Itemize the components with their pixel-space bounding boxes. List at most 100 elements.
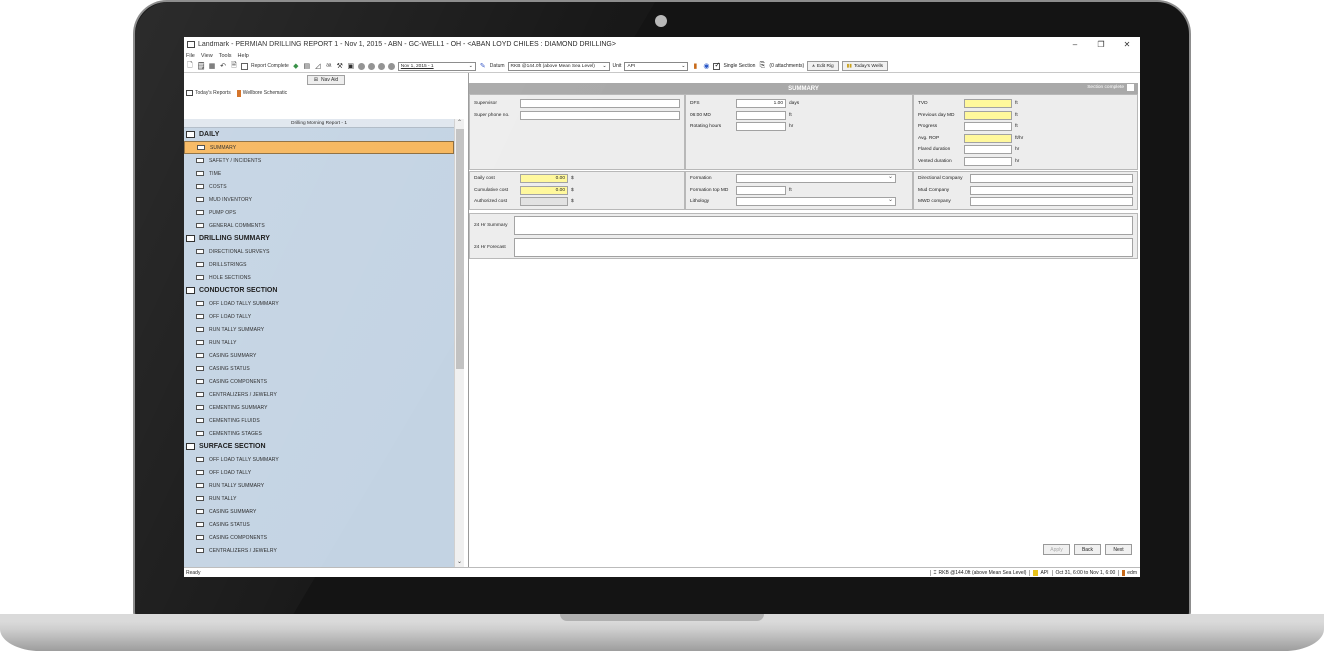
apply-button[interactable]: Apply xyxy=(1043,544,1070,555)
tree-item[interactable]: PUMP OPS xyxy=(184,206,454,219)
chart-icon[interactable]: ◿ xyxy=(314,62,322,70)
grid-icon[interactable]: ▤ xyxy=(303,62,311,70)
attachment-icon[interactable]: ⎘ xyxy=(758,62,766,70)
minimize-button[interactable]: – xyxy=(1062,40,1088,49)
tree-section[interactable]: SURFACE SECTION xyxy=(184,440,454,453)
back-button[interactable]: Back xyxy=(1074,544,1101,555)
tree-item[interactable]: HOLE SECTIONS xyxy=(184,271,454,284)
rig-icon[interactable]: ▮ xyxy=(691,62,699,70)
avg-rop-field[interactable] xyxy=(964,133,1012,143)
tree-item[interactable]: CEMENTING SUMMARY xyxy=(184,401,454,414)
calendar-icon[interactable]: ▣ xyxy=(347,62,355,70)
tree-item[interactable]: SAFETY / INCIDENTS xyxy=(184,154,454,167)
save-icon[interactable]: ▦ xyxy=(208,62,216,70)
edit-rig-button[interactable]: ⩚ Edit Rig xyxy=(807,61,839,71)
super-phone-field[interactable] xyxy=(520,110,680,120)
datum-icon[interactable]: ✎ xyxy=(479,62,487,70)
auth-cost-field[interactable] xyxy=(520,197,568,207)
dfs-field[interactable]: 1.00 xyxy=(736,99,786,109)
nav-last-icon[interactable] xyxy=(387,62,395,70)
tree-item[interactable]: CASING STATUS xyxy=(184,362,454,375)
mwd-company-field[interactable] xyxy=(970,197,1133,207)
report-date-select[interactable]: Nov 1, 2015 - 1 ⌄ xyxy=(397,61,476,71)
formation-top-field[interactable] xyxy=(736,185,786,195)
menu-help[interactable]: Help xyxy=(238,53,249,59)
tab-todays-reports[interactable]: Today's Reports xyxy=(186,90,231,96)
undo-icon[interactable]: ↶ xyxy=(219,62,227,70)
menu-tools[interactable]: Tools xyxy=(219,53,232,59)
tree-item[interactable]: CEMENTING FLUIDS xyxy=(184,414,454,427)
flared-field[interactable] xyxy=(964,145,1012,155)
dir-company-field[interactable] xyxy=(970,174,1133,184)
spell-check-icon[interactable]: ᵃᵃ xyxy=(325,62,333,70)
nav-prev-icon[interactable] xyxy=(367,62,375,70)
tree-item[interactable]: OFF LOAD TALLY xyxy=(184,466,454,479)
nav-aid-button[interactable]: ⊞ Nav Aid xyxy=(306,75,346,85)
vented-field[interactable] xyxy=(964,156,1012,166)
tree-item[interactable]: CASING SUMMARY xyxy=(184,349,454,362)
tree-item[interactable]: CASING COMPONENTS xyxy=(184,531,454,544)
forecast-24-field[interactable] xyxy=(514,237,1133,257)
todays-wells-button[interactable]: ▮▮ Today's Wells xyxy=(841,61,889,71)
scroll-up-icon[interactable]: ⌃ xyxy=(455,119,464,128)
tree-item[interactable]: RUN TALLY xyxy=(184,336,454,349)
tree-item[interactable]: RUN TALLY SUMMARY xyxy=(184,323,454,336)
md-field[interactable] xyxy=(736,110,786,120)
tree-section[interactable]: CONDUCTOR SECTION xyxy=(184,284,454,297)
mud-company-field[interactable] xyxy=(970,185,1133,195)
datum-select[interactable]: RKB @144.0ft (above Mean Sea Level) ⌄ xyxy=(507,61,610,71)
next-button[interactable]: Next xyxy=(1105,544,1132,555)
rotating-field[interactable] xyxy=(736,122,786,132)
tree-item[interactable]: OFF LOAD TALLY xyxy=(184,310,454,323)
tree-item[interactable]: COSTS xyxy=(184,180,454,193)
unit-select[interactable]: API ⌄ xyxy=(624,61,689,71)
tree-item[interactable]: DRILLSTRINGS xyxy=(184,258,454,271)
maximize-button[interactable]: ❐ xyxy=(1088,40,1114,49)
close-button[interactable]: ✕ xyxy=(1114,40,1140,49)
globe-icon[interactable]: ◉ xyxy=(702,62,710,70)
nav-next-icon[interactable] xyxy=(377,62,385,70)
report-complete-checkbox[interactable] xyxy=(241,62,248,70)
tree-item[interactable]: CASING COMPONENTS xyxy=(184,375,454,388)
supervisor-field[interactable] xyxy=(520,99,680,109)
menu-view[interactable]: View xyxy=(201,53,213,59)
open-report-icon[interactable]: 🗒 xyxy=(197,62,206,70)
tvd-field[interactable] xyxy=(964,99,1012,109)
single-section-checkbox[interactable]: ✓ xyxy=(713,62,721,70)
tree-item[interactable]: MUD INVENTORY xyxy=(184,193,454,206)
tree-item[interactable]: RUN TALLY SUMMARY xyxy=(184,479,454,492)
tree-item[interactable]: CASING SUMMARY xyxy=(184,505,454,518)
tree-item[interactable]: OFF LOAD TALLY SUMMARY xyxy=(184,453,454,466)
tree-item[interactable]: SUMMARY xyxy=(184,141,454,154)
lithology-select[interactable] xyxy=(736,196,896,207)
progress-field[interactable] xyxy=(964,122,1012,132)
tree-item[interactable]: TIME xyxy=(184,167,454,180)
daily-cost-field[interactable]: 0.00 xyxy=(520,174,568,184)
scroll-thumb[interactable] xyxy=(456,129,464,369)
scroll-down-icon[interactable]: ⌄ xyxy=(455,558,464,567)
tree-section[interactable]: DAILY xyxy=(184,128,454,141)
attachments-label[interactable]: (0 attachments) xyxy=(769,63,804,69)
summary-24-field[interactable] xyxy=(514,215,1133,235)
menu-file[interactable]: File xyxy=(186,53,195,59)
tree-item[interactable]: GENERAL COMMENTS xyxy=(184,219,454,232)
wells-icon[interactable]: ◆ xyxy=(292,62,300,70)
tree-item[interactable]: CASING STATUS xyxy=(184,518,454,531)
tools-icon[interactable]: ⚒ xyxy=(336,62,344,70)
tree-item[interactable]: DIRECTIONAL SURVEYS xyxy=(184,245,454,258)
tree-section[interactable]: DRILLING SUMMARY xyxy=(184,232,454,245)
section-complete-checkbox[interactable] xyxy=(1127,84,1134,91)
tree-item[interactable]: CEMENTING STAGES xyxy=(184,427,454,440)
document-menu-icon[interactable]: 🗎 xyxy=(230,62,238,70)
new-document-icon[interactable]: 🗋 xyxy=(186,62,194,70)
cum-cost-field[interactable]: 0.00 xyxy=(520,185,568,195)
prev-md-field[interactable] xyxy=(964,110,1012,120)
nav-first-icon[interactable] xyxy=(357,62,365,70)
tab-wellbore-schematic[interactable]: Wellbore Schematic xyxy=(236,89,287,97)
tree-item[interactable]: CENTRALIZERS / JEWELRY xyxy=(184,544,454,557)
formation-select[interactable] xyxy=(736,173,896,184)
tree-item[interactable]: RUN TALLY xyxy=(184,492,454,505)
nav-scrollbar[interactable]: ⌃ ⌄ xyxy=(454,119,464,567)
tree-item[interactable]: OFF LOAD TALLY SUMMARY xyxy=(184,297,454,310)
tree-item[interactable]: CENTRALIZERS / JEWELRY xyxy=(184,388,454,401)
